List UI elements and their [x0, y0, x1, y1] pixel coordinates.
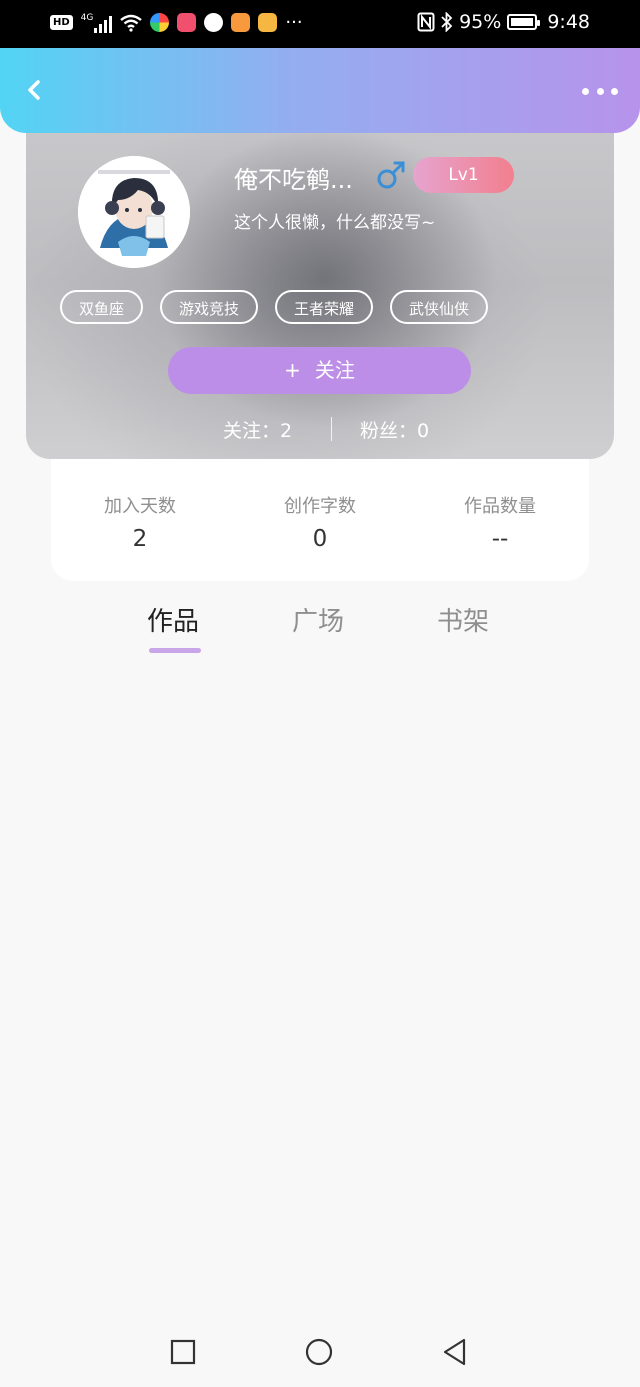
system-nav-bar	[0, 1315, 640, 1387]
hd-icon: HD	[50, 15, 73, 30]
bluetooth-icon	[441, 12, 453, 32]
tag-chip[interactable]: 王者荣耀	[275, 290, 374, 324]
network-label: 4G	[80, 12, 94, 23]
stat-works-count: 作品数量 --	[420, 492, 580, 552]
chevron-left-icon	[28, 80, 40, 100]
tag-chip[interactable]: 双鱼座	[60, 290, 144, 324]
follow-button[interactable]: + 关注	[168, 347, 471, 394]
battery-icon	[507, 14, 541, 30]
app-icon	[258, 13, 278, 32]
male-icon	[377, 161, 405, 189]
more-notifications: ···	[285, 12, 303, 33]
nickname: 俺不吃鹌...	[234, 166, 353, 194]
stat-value: 2	[132, 526, 148, 552]
header-bar	[0, 48, 640, 133]
follow-stats: 关注：2 粉丝：0	[26, 414, 614, 444]
back-button[interactable]	[18, 72, 54, 108]
stat-label: 加入天数	[104, 496, 176, 517]
stat-label: 创作字数	[284, 496, 356, 517]
app-icon	[177, 13, 197, 32]
following-count[interactable]: 关注：2	[223, 416, 292, 443]
tab-works[interactable]: 作品	[147, 601, 199, 638]
plus-icon: +	[284, 358, 301, 382]
content-area	[0, 670, 640, 1310]
tag-chip[interactable]: 游戏竞技	[160, 290, 259, 324]
recent-apps-icon[interactable]	[168, 1337, 198, 1367]
level-badge: Lv1	[413, 157, 514, 193]
back-triangle-icon[interactable]	[440, 1337, 470, 1367]
fans-count[interactable]: 粉丝：0	[360, 416, 429, 443]
avatar[interactable]	[78, 156, 190, 268]
tab-plaza[interactable]: 广场	[292, 601, 344, 638]
tab-bookshelf[interactable]: 书架	[437, 601, 489, 638]
nfc-icon	[417, 12, 435, 32]
bio: 这个人很懒，什么都没写~	[234, 213, 436, 233]
stat-label: 作品数量	[464, 496, 536, 517]
tag-list: 双鱼座 游戏竞技 王者荣耀 武侠仙侠	[60, 290, 489, 324]
profile-card: 俺不吃鹌... Lv1 这个人很懒，什么都没写~ 双鱼座 游戏竞技 王者荣耀 武…	[26, 108, 614, 459]
stats-card: 加入天数 2 创作字数 0 作品数量 --	[51, 440, 589, 581]
more-options-button[interactable]	[582, 84, 618, 98]
stat-value: 0	[312, 526, 328, 552]
status-bar: HD 4G ··· 95% 9:48	[0, 0, 640, 48]
tag-chip[interactable]: 武侠仙侠	[390, 290, 489, 324]
stat-join-days: 加入天数 2	[60, 492, 220, 552]
avatar-image	[78, 156, 190, 268]
signal-icon	[94, 15, 113, 33]
stat-value: --	[491, 526, 509, 552]
battery-percent: 95%	[459, 11, 502, 33]
more-dots-icon	[582, 87, 589, 95]
app-icon	[150, 13, 170, 32]
app-icon	[204, 13, 224, 32]
follow-label: 关注	[314, 358, 355, 382]
home-icon[interactable]	[304, 1337, 334, 1367]
app-icon	[231, 13, 251, 32]
divider	[331, 417, 332, 441]
stat-word-count: 创作字数 0	[240, 492, 400, 552]
clock: 9:48	[547, 11, 590, 33]
wifi-icon	[120, 14, 143, 32]
tab-indicator	[149, 648, 201, 653]
